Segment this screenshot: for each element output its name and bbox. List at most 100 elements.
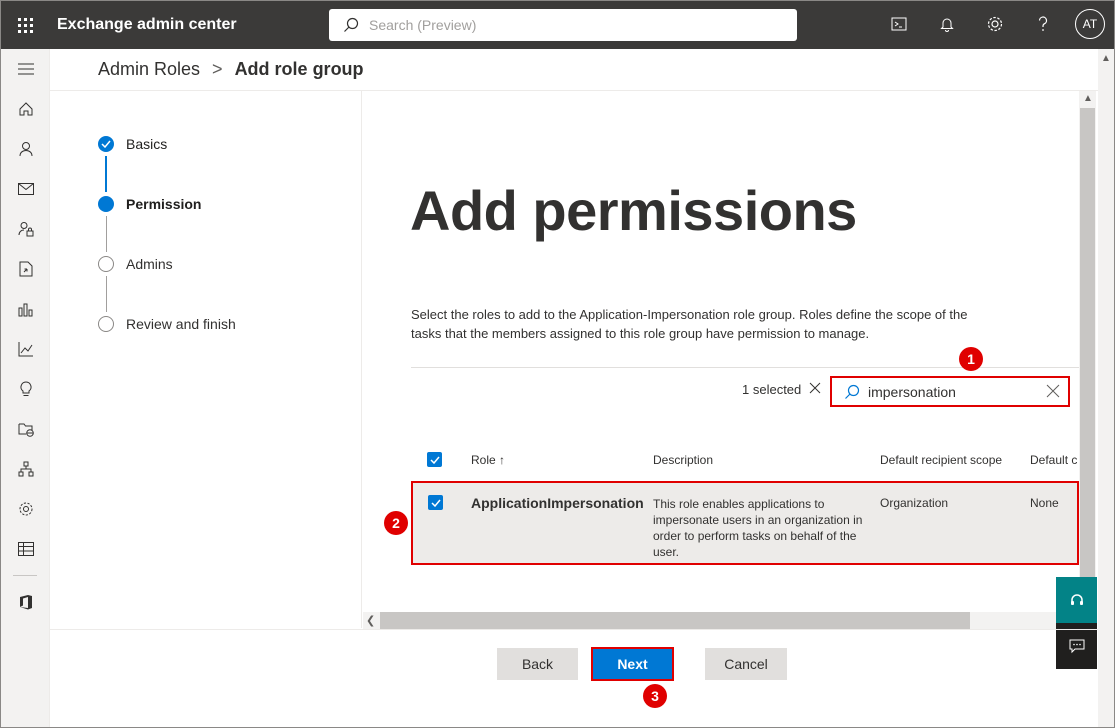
breadcrumb: Admin Roles > Add role group [98,59,364,80]
nav-roles[interactable] [1,209,50,249]
table-row[interactable]: ApplicationImpersonation This role enabl… [411,481,1079,565]
nav-settings[interactable] [1,489,50,529]
close-icon [809,382,821,394]
page-vertical-scrollbar[interactable]: ▲ [1098,49,1114,727]
help-button[interactable] [1019,0,1067,48]
gear-icon [987,16,1003,32]
document-arrow-icon [19,261,32,277]
top-actions: AT [875,0,1115,48]
search-icon [845,384,860,399]
settings-button[interactable] [971,0,1019,48]
cancel-button[interactable]: Cancel [705,648,787,680]
avatar[interactable]: AT [1075,9,1105,39]
role-name: ApplicationImpersonation [471,495,644,511]
nav-organization[interactable] [1,449,50,489]
left-nav-rail [1,49,50,727]
bell-icon [940,18,954,32]
home-icon [19,102,32,116]
search-icon [344,17,359,32]
back-button[interactable]: Back [497,648,578,680]
filter-search-box[interactable]: impersonation [830,376,1070,407]
role-scope: Organization [880,496,949,510]
step-connector [105,156,107,192]
org-chart-icon [18,461,33,477]
breadcrumb-parent-link[interactable]: Admin Roles [98,59,200,80]
column-header-default[interactable]: Default c [1030,453,1079,467]
settings-gear-icon [19,502,32,516]
next-button[interactable]: Next [591,647,674,681]
clear-selection-button[interactable] [809,382,821,397]
page-title: Add permissions [410,179,857,242]
nav-ideas[interactable] [1,369,50,409]
step-basics[interactable]: Basics [98,136,167,152]
clear-filter-button[interactable] [1046,384,1060,403]
chevron-left-icon[interactable]: ❮ [366,614,375,627]
nav-insights[interactable] [1,329,50,369]
search-input[interactable] [369,17,769,33]
line-chart-icon [18,342,33,357]
person-icon [19,142,32,157]
horizontal-scrollbar[interactable]: ❮ [363,612,1078,629]
step-connector [106,276,107,312]
check-circle-icon [98,136,114,152]
step-label: Basics [126,136,168,152]
nav-migration[interactable] [1,249,50,289]
close-icon [1046,384,1060,398]
filter-input[interactable]: impersonation [868,384,956,400]
nav-public-folders[interactable] [1,409,50,449]
content-vertical-scrollbar[interactable]: ▲ [1079,91,1096,627]
step-label: Review and finish [126,316,236,332]
column-header-description[interactable]: Description [653,453,713,467]
chevron-up-icon[interactable]: ▲ [1101,53,1111,64]
selection-summary: 1 selected [742,382,821,397]
selected-count-label: 1 selected [742,382,802,397]
hamburger-icon [17,63,34,75]
step-connector [106,216,107,252]
footer-divider [50,629,1098,630]
nav-reports[interactable] [1,289,50,329]
step-admins[interactable]: Admins [98,256,173,272]
search-box[interactable] [329,9,797,41]
select-all-checkbox[interactable] [427,452,442,467]
rail-divider [13,575,37,576]
column-header-scope[interactable]: Default recipient scope [880,453,1002,467]
page-description: Select the roles to add to the Applicati… [411,307,968,341]
terminal-icon [891,17,907,31]
current-step-dot-icon [98,196,114,212]
callout-marker-2: 2 [384,511,408,535]
app-launcher-button[interactable] [1,1,49,49]
step-review-finish[interactable]: Review and finish [98,316,236,332]
nav-classic[interactable] [1,529,50,569]
app-title[interactable]: Exchange admin center [57,16,329,34]
callout-marker-1: 1 [959,347,983,371]
breadcrumb-separator: > [212,59,223,79]
chevron-up-icon[interactable]: ▲ [1083,93,1093,104]
waffle-icon [17,17,33,33]
breadcrumb-current: Add role group [234,59,364,79]
folder-globe-icon [18,423,34,437]
row-checkbox[interactable] [428,495,443,510]
mail-icon [17,183,34,195]
empty-step-dot-icon [98,256,114,272]
nav-office[interactable] [1,582,50,622]
office-logo-icon [19,595,32,610]
notifications-button[interactable] [923,0,971,48]
column-header-role[interactable]: Role ↑ [471,453,505,467]
step-permission[interactable]: Permission [98,196,201,212]
nav-home[interactable] [1,89,50,129]
nav-mail-flow[interactable] [1,169,50,209]
role-default: None [1030,496,1059,510]
cloud-shell-button[interactable] [875,0,923,48]
support-button[interactable] [1056,577,1097,623]
nav-menu-toggle[interactable] [1,49,50,89]
table-icon [17,542,34,556]
empty-step-dot-icon [98,316,114,332]
checkmark-icon [430,499,441,507]
scroll-thumb[interactable] [1080,108,1095,608]
chat-icon [1069,639,1084,654]
scroll-thumb[interactable] [380,612,970,629]
bar-chart-icon [18,303,32,317]
table-header: Role ↑ Description Default recipient sco… [411,448,1079,472]
nav-recipients[interactable] [1,129,50,169]
person-lock-icon [18,222,33,237]
